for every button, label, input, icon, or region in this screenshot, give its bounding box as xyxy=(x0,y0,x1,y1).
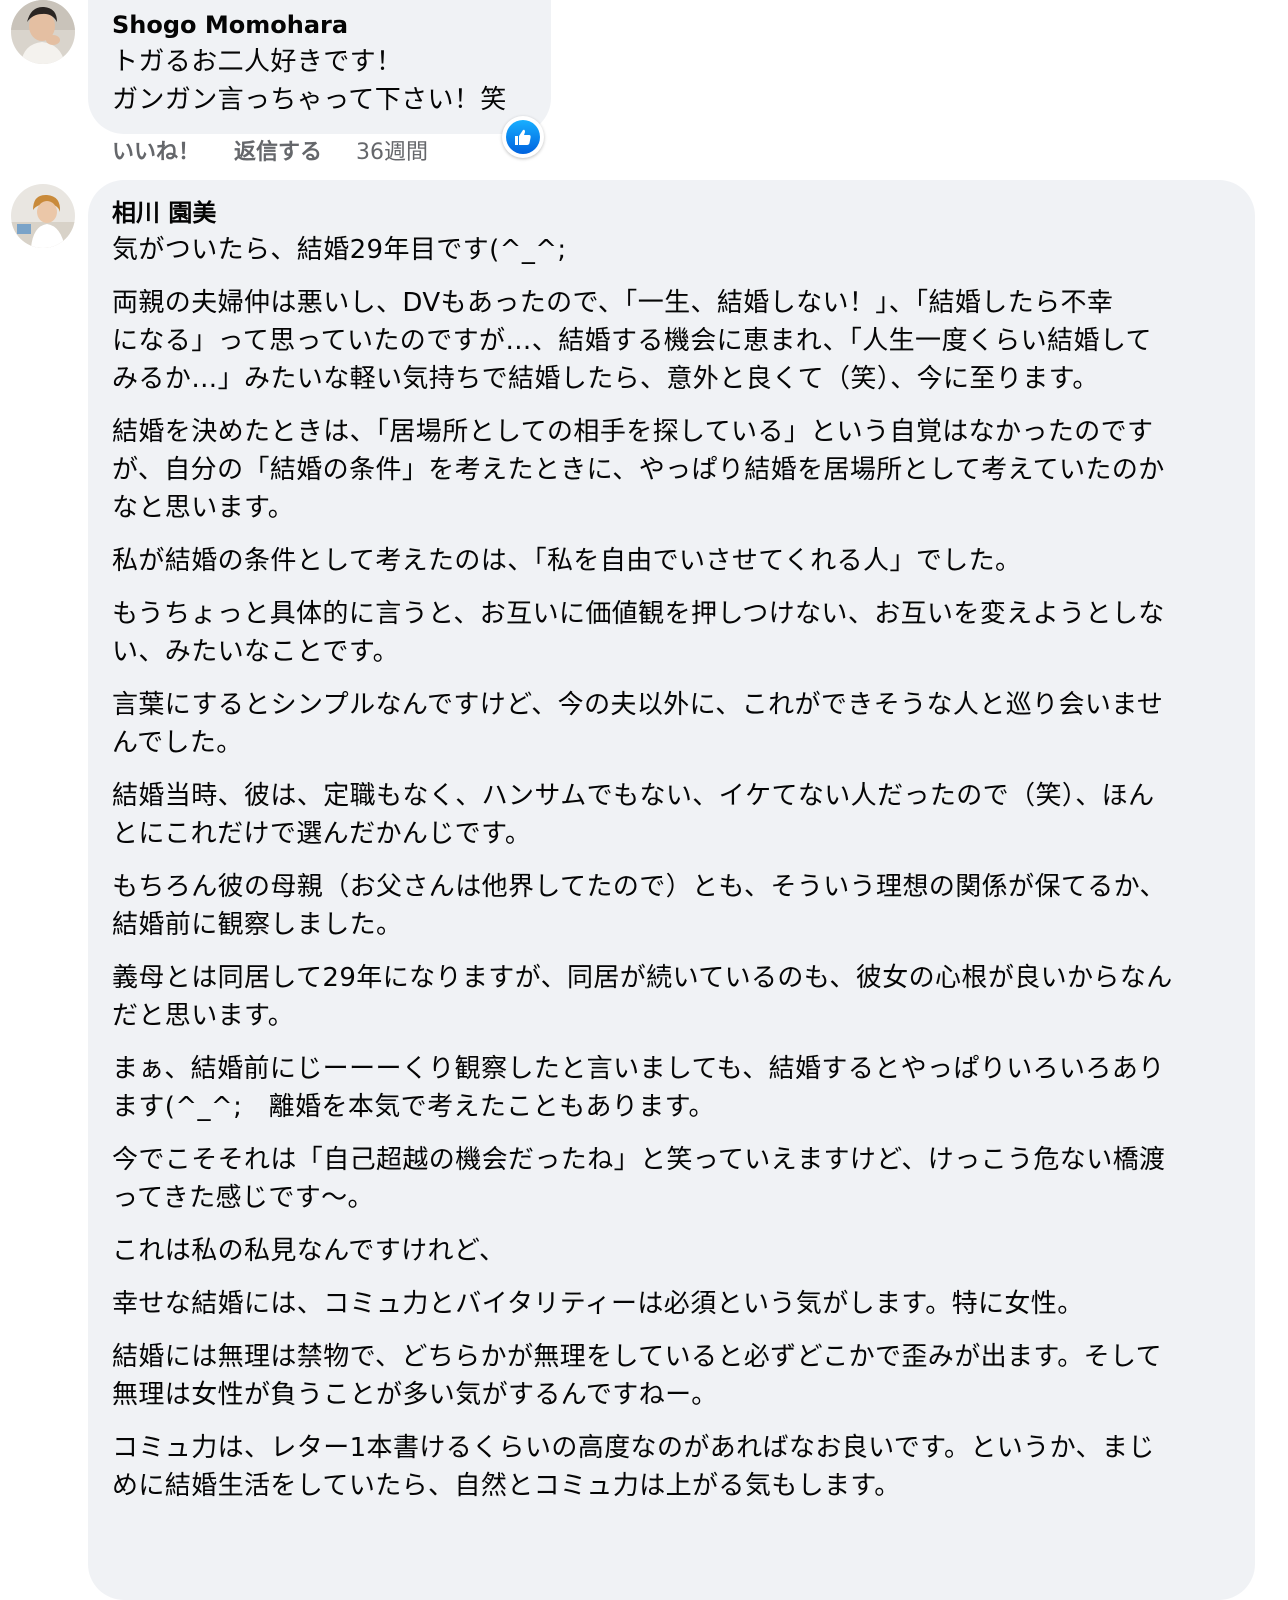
comment-body: 両親の夫婦仲は悪いし、DVもあったので、「一生、結婚しない！」、「結婚したら不幸… xyxy=(112,284,1231,1505)
comment-paragraph: 義母とは同居して29年になりますが、同居が続いているのも、彼女の心根が良いからな… xyxy=(112,959,1231,1035)
like-button[interactable]: いいね！ xyxy=(112,138,200,168)
comment-text-line: 結婚当時、彼は、定職もなく、ハンサムでもない、イケてない人だったので（笑）、ほん xyxy=(112,781,1155,811)
comment-text-line: 両親の夫婦仲は悪いし、DVもあったので、「一生、結婚しない！」、「結婚したら不幸 xyxy=(112,288,1114,318)
comment-text-line: い、みたいなことです。 xyxy=(112,637,400,667)
comment-text-line: まぁ、結婚前にじーーーくり観察したと言いましても、結婚するとやっぱりいろいろあり xyxy=(112,1054,1165,1084)
comment-text-line: 結婚を決めたときは、「居場所としての相手を探している」という自覚はなかったのです xyxy=(112,417,1154,447)
like-reaction-icon xyxy=(506,120,540,154)
comment-text-line: ます(^_^; 離婚を本気で考えたこともあります。 xyxy=(112,1092,715,1122)
comment-text-line: 結婚前に観察しました。 xyxy=(112,910,403,940)
comment-text-line: 気がついたら、結婚29年目です(^_^; xyxy=(112,235,567,265)
comment-text-line: もうちょっと具体的に言うと、お互いに価値観を押しつけない、お互いを変えようとしな xyxy=(112,599,1165,629)
comment-text-line: になる」って思っていたのですが…、結婚する機会に恵まれ、「人生一度くらい結婚して xyxy=(112,326,1152,356)
comment-paragraph: 私が結婚の条件として考えたのは、「私を自由でいさせてくれる人」でした。 xyxy=(112,542,1231,580)
comment-paragraph: これは私の私見なんですけれど、 xyxy=(112,1232,1231,1270)
comment-text-line: んでした。 xyxy=(112,728,243,758)
comment-paragraph: コミュ力は、レター1本書けるくらいの高度なのがあればなお良いです。というか、まじ… xyxy=(112,1429,1231,1505)
comment-text-line: めに結婚生活をしていたら、自然とコミュ力は上がる気もします。 xyxy=(112,1471,901,1501)
user-avatar-icon xyxy=(11,184,75,248)
comment-text-line: ってきた感じです〜。 xyxy=(112,1183,374,1213)
comment-text-line: とにこれだけで選んだかんじです。 xyxy=(112,819,532,849)
comment-paragraph: 結婚には無理は禁物で、どちらかが無理をしていると必ずどこかで歪みが出ます。そして… xyxy=(112,1338,1231,1414)
comment-text-line: みるか…」みたいな軽い気持ちで結婚したら、意外と良くて（笑）、今に至ります。 xyxy=(112,364,1099,394)
comment-paragraph: 言葉にするとシンプルなんですけど、今の夫以外に、これができそうな人と巡り会いませ… xyxy=(112,686,1231,762)
comment-text-line: 結婚には無理は禁物で、どちらかが無理をしていると必ずどこかで歪みが出ます。そして xyxy=(112,1342,1163,1372)
comment-paragraph: 今でこそそれは「自己超越の機会だったね」と笑っていえますけど、けっこう危ない橋渡… xyxy=(112,1141,1231,1217)
comment-text-line: 無理は女性が負うことが多い気がするんですねー。 xyxy=(112,1380,718,1410)
comment-paragraph: 結婚当時、彼は、定職もなく、ハンサムでもない、イケてない人だったので（笑）、ほん… xyxy=(112,777,1231,853)
comment-actions: いいね！ 返信する 36週間 xyxy=(112,138,428,168)
comment-paragraph: まぁ、結婚前にじーーーくり観察したと言いましても、結婚するとやっぱりいろいろあり… xyxy=(112,1050,1231,1126)
comment-text-line: もちろん彼の母親（お父さんは他界してたので）とも、そういう理想の関係が保てるか、 xyxy=(112,872,1166,902)
comment-text-line: 義母とは同居して29年になりますが、同居が続いているのも、彼女の心根が良いからな… xyxy=(112,963,1173,993)
comment-bubble: Shogo Momohara トガるお二人好きです！ ガンガン言っちゃって下さい… xyxy=(88,0,551,134)
comment-text-line: だと思います。 xyxy=(112,1001,295,1031)
comment-text-line: これは私の私見なんですけれど、 xyxy=(112,1236,506,1266)
comment-author[interactable]: 相川 園美 xyxy=(112,198,1231,228)
comment-text-line: トガるお二人好きです！ xyxy=(112,47,403,77)
like-reaction[interactable] xyxy=(502,116,544,158)
comment-text-line: 言葉にするとシンプルなんですけど、今の夫以外に、これができそうな人と巡り会いませ xyxy=(112,690,1164,720)
comment-text-line: 今でこそそれは「自己超越の機会だったね」と笑っていえますけど、けっこう危ない橋渡 xyxy=(112,1145,1166,1175)
comment-text-line: なと思います。 xyxy=(112,493,295,523)
comment-paragraph: もうちょっと具体的に言うと、お互いに価値観を押しつけない、お互いを変えようとしな… xyxy=(112,595,1231,671)
comment-paragraph: もちろん彼の母親（お父さんは他界してたので）とも、そういう理想の関係が保てるか、… xyxy=(112,868,1231,944)
avatar[interactable] xyxy=(11,184,75,248)
reply-button[interactable]: 返信する xyxy=(234,138,322,168)
timestamp[interactable]: 36週間 xyxy=(356,138,428,168)
comment-text-line: コミュ力は、レター1本書けるくらいの高度なのがあればなお良いです。というか、まじ xyxy=(112,1433,1155,1463)
comment-bubble: 相川 園美 気がついたら、結婚29年目です(^_^; 両親の夫婦仲は悪いし、DV… xyxy=(88,180,1255,1600)
comment-paragraph: 両親の夫婦仲は悪いし、DVもあったので、「一生、結婚しない！」、「結婚したら不幸… xyxy=(112,284,1231,398)
comment-author[interactable]: Shogo Momohara xyxy=(112,10,527,40)
user-avatar-icon xyxy=(11,0,75,64)
comment-paragraph: 結婚を決めたときは、「居場所としての相手を探している」という自覚はなかったのです… xyxy=(112,413,1231,527)
comment-text-line: 私が結婚の条件として考えたのは、「私を自由でいさせてくれる人」でした。 xyxy=(112,546,1022,576)
avatar[interactable] xyxy=(11,0,75,64)
comment-text-line: 幸せな結婚には、コミュ力とバイタリティーは必須という気がします。特に女性。 xyxy=(112,1289,1084,1319)
comment-text-line: ガンガン言っちゃって下さい！笑 xyxy=(112,85,507,115)
comment-paragraph: 幸せな結婚には、コミュ力とバイタリティーは必須という気がします。特に女性。 xyxy=(112,1285,1231,1323)
comment-text-line: が、自分の「結婚の条件」を考えたときに、やっぱり結婚を居場所として考えていたのか xyxy=(112,455,1165,485)
